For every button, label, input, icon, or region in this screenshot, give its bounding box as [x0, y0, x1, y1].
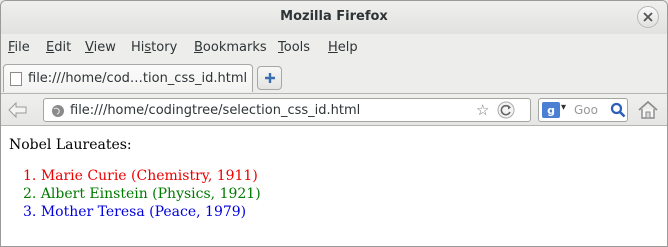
- menu-view[interactable]: View: [85, 40, 116, 55]
- menu-bar: File Edit View History Bookmarks Tools H…: [1, 35, 667, 61]
- page-heading: Nobel Laureates:: [9, 137, 132, 153]
- home-icon: [638, 100, 658, 119]
- list-text: Albert Einstein (Physics, 1921): [40, 186, 261, 202]
- navigation-toolbar: ☆ g ▾: [1, 93, 667, 125]
- search-input[interactable]: [574, 102, 610, 118]
- list-number: 3.: [23, 204, 37, 220]
- document-icon: [10, 72, 22, 86]
- browser-window: Mozilla Firefox File Edit View History B…: [0, 0, 668, 247]
- magnifier-icon[interactable]: [610, 102, 626, 118]
- plus-icon: [264, 73, 275, 83]
- list-text: Mother Teresa (Peace, 1979): [40, 204, 247, 220]
- laureates-list: 1. Marie Curie (Chemistry, 1911) 2. Albe…: [23, 167, 261, 221]
- tab-strip: file:///home/cod…tion_css_id.html: [1, 61, 667, 93]
- title-bar: Mozilla Firefox: [1, 1, 667, 34]
- menu-help[interactable]: Help: [328, 40, 358, 55]
- google-icon[interactable]: g: [542, 102, 560, 118]
- home-button[interactable]: [635, 98, 661, 122]
- list-number: 2.: [23, 186, 37, 202]
- page-content: Nobel Laureates: 1. Marie Curie (Chemist…: [1, 125, 667, 246]
- url-input[interactable]: [70, 101, 470, 119]
- list-item: 2. Albert Einstein (Physics, 1921): [23, 185, 261, 203]
- reload-icon[interactable]: [497, 101, 515, 119]
- tab-active[interactable]: file:///home/cod…tion_css_id.html: [3, 64, 253, 92]
- list-number: 1.: [23, 168, 37, 184]
- bookmark-star-icon[interactable]: ☆: [476, 101, 489, 119]
- list-item: 1. Marie Curie (Chemistry, 1911): [23, 167, 261, 185]
- new-tab-button[interactable]: [257, 66, 282, 90]
- close-button[interactable]: [637, 6, 659, 28]
- menu-bookmarks[interactable]: Bookmarks: [194, 40, 267, 55]
- back-arrow-icon: [8, 101, 27, 119]
- url-bar[interactable]: ☆: [43, 98, 531, 122]
- tab-title: file:///home/cod…tion_css_id.html: [28, 71, 248, 86]
- back-button[interactable]: [6, 98, 32, 122]
- chevron-down-icon[interactable]: ▾: [561, 102, 566, 113]
- close-icon: [643, 12, 653, 22]
- globe-icon: [52, 105, 64, 117]
- menu-tools[interactable]: Tools: [278, 40, 310, 55]
- list-item: 3. Mother Teresa (Peace, 1979): [23, 203, 261, 221]
- window-title: Mozilla Firefox: [280, 9, 388, 24]
- menu-history[interactable]: History: [131, 40, 177, 55]
- menu-edit[interactable]: Edit: [46, 40, 71, 55]
- menu-file[interactable]: File: [8, 40, 30, 55]
- list-text: Marie Curie (Chemistry, 1911): [40, 168, 258, 184]
- search-bar[interactable]: g ▾: [538, 98, 628, 122]
